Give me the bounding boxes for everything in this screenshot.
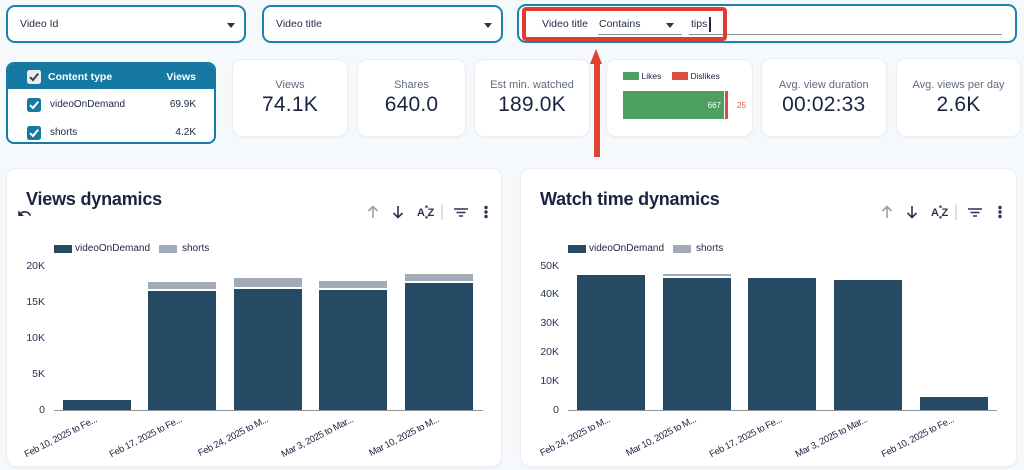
svg-text:Z: Z [428,207,435,219]
svg-text:A: A [931,207,939,219]
svg-text:A: A [417,207,425,219]
svg-text:Z: Z [942,207,949,219]
